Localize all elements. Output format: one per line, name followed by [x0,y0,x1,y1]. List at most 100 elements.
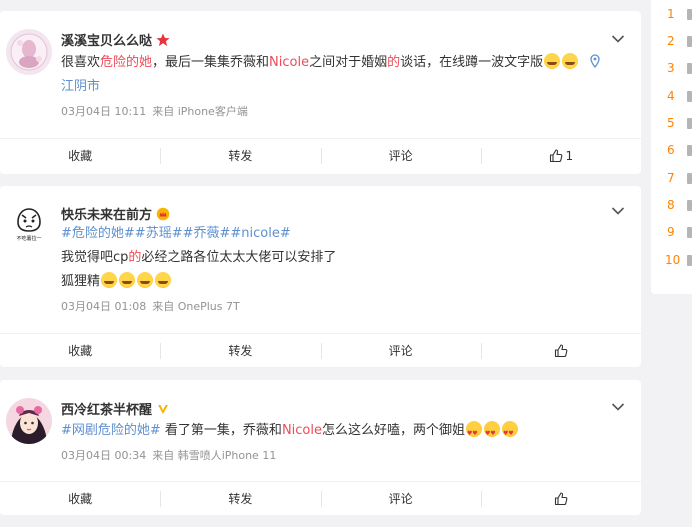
like-button[interactable] [480,334,641,367]
text: 看了第一集，乔薇和 [160,423,282,438]
rank-number: 3 [667,61,675,75]
topic-link[interactable]: 危险的她 [100,55,152,70]
laugh-cry-emoji-icon [544,53,561,69]
heart-eyes-emoji-icon [502,421,519,446]
post-content: 很喜欢危险的她，最后一集集乔薇和Nicole之间对于婚姻的谈话，在线蹲一波文字版… [61,51,621,99]
post-source: 来自 韩雪喷人iPhone 11 [152,449,277,462]
vip-crown-badge-icon [156,207,170,220]
username-text[interactable]: 西冷红茶半杯醒 [61,399,152,418]
hashtag-link[interactable]: #nicole# [230,226,290,241]
hashtag-link[interactable]: #危险的她# [61,226,135,241]
rank-item-link[interactable] [687,63,692,74]
comment-button[interactable]: 评论 [320,139,481,172]
rank-item-link[interactable] [687,36,692,47]
rank-item-link[interactable] [687,173,692,184]
laugh-cry-emoji-icon [119,272,136,288]
comment-label: 评论 [388,344,413,358]
favorite-button[interactable]: 收藏 [0,482,160,515]
rank-number: 6 [667,143,675,157]
laugh-cry-emoji-icon [101,272,118,288]
post-content: #网剧危险的她# 看了第一集，乔薇和Nicole怎么这么好嗑，两个御姐 [61,419,621,446]
text: 我觉得吧cp [61,250,129,265]
post-meta: 03月04日 10:11 来自 iPhone客户端 [61,103,248,119]
action-bar: 收藏 转发 评论 [0,481,641,515]
text: ，最后一集集乔薇和 [152,55,270,70]
location-pin-icon [590,54,600,69]
comment-button[interactable]: 评论 [320,334,481,367]
repost-button[interactable]: 转发 [160,334,320,367]
verified-v-badge-icon [158,404,169,414]
avatar[interactable]: 不吃薯拉一 [6,200,52,246]
rank-item-link[interactable] [687,255,692,266]
post-source: 来自 OnePlus 7T [152,300,240,313]
like-count: 1 [565,148,574,163]
text: 之间对于婚姻 [309,55,388,70]
favorite-button[interactable]: 收藏 [0,334,160,367]
repost-button[interactable]: 转发 [160,482,320,515]
favorite-button[interactable]: 收藏 [0,139,160,172]
text: 怎么这么好嗑，两个御姐 [322,423,466,438]
rank-number: 5 [667,116,675,130]
username[interactable]: 西冷红茶半杯醒 [61,399,170,418]
chevron-down-icon[interactable] [611,206,625,216]
keyword-highlight: 的 [128,250,142,265]
rank-number: 4 [667,89,675,103]
hashtag-link[interactable]: #乔薇# [183,226,231,241]
text: 狐狸精 [61,274,101,289]
post-card: 溪溪宝贝么么哒 很喜欢危险的她，最后一集集乔薇和Nicole之间对于婚姻的谈话，… [0,11,641,174]
post-time[interactable]: 03月04日 01:08 [61,300,146,313]
post-card: 西冷红茶半杯醒 #网剧危险的她# 看了第一集，乔薇和Nicole怎么这么好嗑，两… [0,380,641,515]
heart-eyes-emoji-icon [466,421,483,446]
repost-label: 转发 [228,492,253,506]
rank-number: 10 [665,253,681,267]
rank-item-link[interactable] [687,200,692,211]
thumbs-up-icon [554,343,568,357]
text: 很喜欢 [61,55,101,70]
repost-label: 转发 [228,344,253,358]
star-badge-icon [156,33,170,46]
hashtag-link[interactable]: #网剧危险的她# [61,423,161,438]
text: 谈话，在线蹲一波文字版 [400,55,544,70]
rank-number: 2 [667,34,675,48]
name-link[interactable]: Nicole [269,55,309,70]
location-link[interactable]: 江阴市 [61,79,100,94]
post-source: 来自 iPhone客户端 [152,105,248,118]
rank-number: 7 [667,171,675,185]
rank-number: 9 [667,225,675,239]
username-text[interactable]: 溪溪宝贝么么哒 [61,30,152,49]
avatar[interactable] [6,29,52,75]
rank-item-link[interactable] [687,118,692,129]
comment-button[interactable]: 评论 [320,482,481,515]
post-time[interactable]: 03月04日 10:11 [61,105,146,118]
chevron-down-icon[interactable] [611,34,625,44]
like-button[interactable] [480,482,641,515]
laugh-cry-emoji-icon [137,272,154,288]
comment-label: 评论 [388,492,413,506]
rank-item-link[interactable] [687,91,692,102]
name-link[interactable]: Nicole [282,423,322,438]
repost-button[interactable]: 转发 [160,139,320,172]
rank-item-link[interactable] [687,145,692,156]
hashtag-link[interactable]: #苏瑶# [135,226,183,241]
username[interactable]: 快乐未来在前方 [61,204,170,223]
username-text[interactable]: 快乐未来在前方 [61,204,152,223]
laugh-cry-emoji-icon [562,53,579,69]
rank-item-link[interactable] [687,9,692,20]
svg-text:不吃薯拉一: 不吃薯拉一 [16,235,41,242]
thumbs-up-icon [554,491,568,505]
rank-number: 8 [667,198,675,212]
chevron-down-icon[interactable] [611,402,625,412]
post-meta: 03月04日 00:34 来自 韩雪喷人iPhone 11 [61,447,276,463]
username[interactable]: 溪溪宝贝么么哒 [61,30,170,49]
hot-search-sidebar: 1 2 3 4 5 6 7 8 9 10 [651,0,692,294]
favorite-label: 收藏 [68,344,93,358]
thumbs-up-icon [549,148,562,162]
like-button[interactable]: 1 [480,139,641,172]
repost-label: 转发 [228,149,253,163]
post-content: #危险的她##苏瑶##乔薇##nicole# 我觉得吧cp的必经之路各位太太大佬… [61,222,621,294]
post-time[interactable]: 03月04日 00:34 [61,449,146,462]
rank-item-link[interactable] [687,227,692,238]
avatar[interactable] [6,398,52,444]
post-meta: 03月04日 01:08 来自 OnePlus 7T [61,298,240,314]
text: 必经之路各位太太大佬可以安排了 [141,250,337,265]
